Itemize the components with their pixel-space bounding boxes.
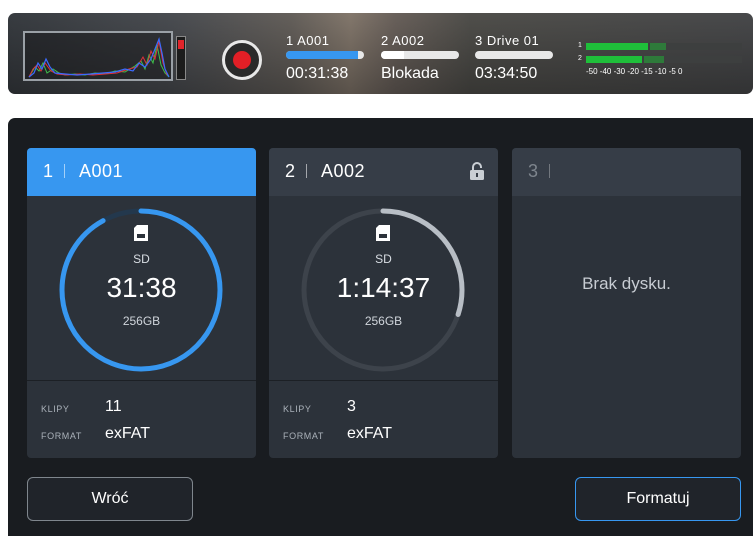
media-panel: 1 A001 SD 31:38 256GB KLIPY 11 FORMAT ex… — [8, 118, 753, 536]
media-card-header: 2 A002 — [269, 148, 498, 196]
format-label: FORMAT — [41, 431, 82, 441]
record-button[interactable] — [222, 40, 262, 80]
media-card-slot-3[interactable]: 3 Brak dysku. — [512, 148, 741, 458]
audio-channel-1-label: 1 — [578, 42, 582, 49]
audio-channel-1-bar — [586, 43, 742, 50]
media-card-header: 3 — [512, 148, 741, 196]
audio-channel-2-bar — [586, 56, 742, 63]
format-value: exFAT — [105, 425, 151, 442]
clips-label: KLIPY — [283, 404, 312, 414]
sd-card-icon — [376, 225, 390, 241]
card-capacity: 256GB — [364, 314, 403, 328]
slot-3-label: 3 Drive 01 — [475, 33, 540, 48]
card-capacity: 256GB — [122, 314, 161, 328]
slot-2-progress — [381, 51, 459, 59]
media-card-slot-2[interactable]: 2 A002 SD 1:14:37 256GB KLIPY 3 FORMAT e… — [269, 148, 498, 458]
clips-label: KLIPY — [41, 404, 70, 414]
card-name: A002 — [321, 161, 366, 181]
record-icon — [233, 51, 251, 69]
audio-peak-indicator — [176, 36, 186, 80]
lock-icon — [470, 162, 484, 180]
slot-number: 2 — [285, 161, 296, 181]
media-type: SD — [133, 252, 150, 266]
histogram-graph — [28, 36, 170, 78]
slot-1-timecode: 00:31:38 — [286, 65, 349, 82]
format-label: FORMAT — [283, 431, 324, 441]
card-name: A001 — [79, 161, 124, 181]
slot-1-progress — [286, 51, 364, 59]
media-card-header: 1 A001 — [27, 148, 256, 196]
clips-count: 11 — [105, 398, 122, 415]
no-disk-message: Brak dysku. — [582, 274, 671, 293]
status-bar: 1 A001 00:31:38 2 A002 Blokada 3 Drive 0… — [8, 13, 753, 94]
slot-3-timecode: 03:34:50 — [475, 65, 538, 82]
slot-number: 3 — [528, 161, 539, 181]
back-button[interactable]: Wróć — [27, 477, 193, 521]
histogram[interactable] — [23, 31, 173, 81]
slot-number: 1 — [43, 161, 54, 181]
media-card-slot-1[interactable]: 1 A001 SD 31:38 256GB KLIPY 11 FORMAT ex… — [27, 148, 256, 458]
format-value: exFAT — [347, 425, 393, 442]
sd-card-icon — [134, 225, 148, 241]
slot-1-label: 1 A001 — [286, 33, 330, 48]
audio-channel-2-label: 2 — [578, 55, 582, 62]
slot-2-label: 2 A002 — [381, 33, 425, 48]
slot-2-status-text: Blokada — [381, 65, 439, 82]
format-button[interactable]: Formatuj — [575, 477, 741, 521]
slot-3-progress — [475, 51, 553, 59]
media-type: SD — [375, 252, 392, 266]
audio-meter-scale: -50 -40 -30 -20 -15 -10 -5 0 — [586, 67, 683, 76]
remaining-time: 31:38 — [106, 272, 177, 303]
audio-meter[interactable]: 1 2 -50 -40 -30 -20 -15 -10 -5 0 — [576, 41, 746, 81]
clips-count: 3 — [347, 398, 356, 415]
remaining-time: 1:14:37 — [336, 272, 431, 303]
